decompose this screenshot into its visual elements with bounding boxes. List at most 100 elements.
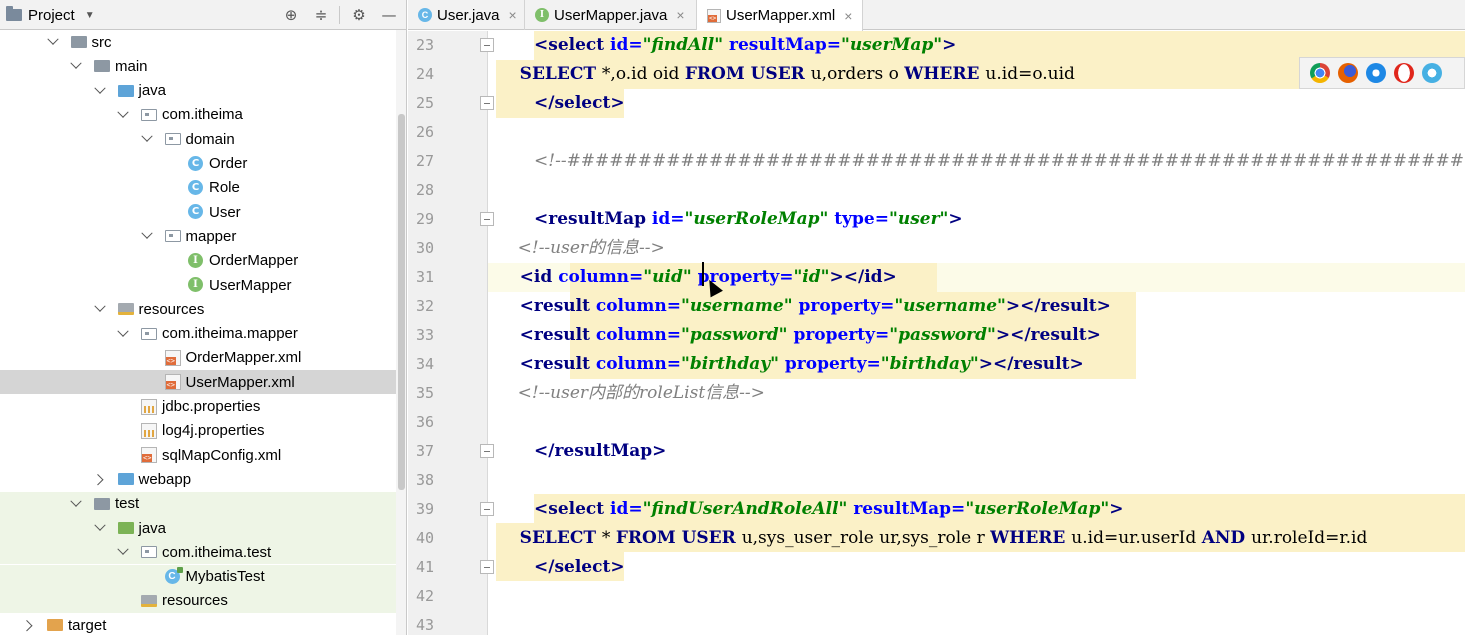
tree-item-com-itheima-mapper[interactable]: com.itheima.mapper xyxy=(0,322,396,346)
code-line[interactable]: <resultMap id="userRoleMap" type="user"> xyxy=(534,205,963,234)
dropdown-caret-icon[interactable]: ▼ xyxy=(85,10,95,21)
tree-item-main[interactable]: main xyxy=(0,54,396,78)
firefox-icon[interactable] xyxy=(1338,63,1358,83)
chevron-down-icon[interactable] xyxy=(94,85,106,97)
code-line[interactable]: <!--####################################… xyxy=(534,147,1465,176)
code-token: u,orders o xyxy=(810,64,905,84)
code-line[interactable]: <!--user内部的roleList信息--> xyxy=(496,379,765,408)
line-number: 35 xyxy=(415,384,434,402)
close-icon[interactable]: × xyxy=(509,7,517,23)
chevron-down-icon[interactable] xyxy=(70,498,82,510)
tree-item-label: MybatisTest xyxy=(185,568,265,586)
tree-item-user[interactable]: C User xyxy=(0,200,396,224)
opera-icon[interactable] xyxy=(1394,63,1414,83)
chevron-down-icon[interactable] xyxy=(94,522,106,534)
tree-item-resources[interactable]: resources xyxy=(0,588,396,613)
toolbar-divider xyxy=(339,6,340,24)
tree-item-log4j-properties[interactable]: log4j.properties xyxy=(0,419,396,443)
code-token: "username" xyxy=(680,296,793,316)
collapse-all-icon[interactable]: ≑ xyxy=(311,5,331,25)
code-line[interactable]: <result column="username" property="user… xyxy=(496,292,1111,321)
tree-item-jdbc-properties[interactable]: jdbc.properties xyxy=(0,395,396,419)
code-line[interactable]: <result column="password" property="pass… xyxy=(496,321,1101,350)
chevron-down-icon[interactable] xyxy=(47,36,59,48)
line-number: 43 xyxy=(415,616,434,634)
gear-icon[interactable]: ⚙ xyxy=(349,5,369,25)
tree-item-usermapper[interactable]: I UserMapper xyxy=(0,273,396,297)
tree-item-test[interactable]: test xyxy=(0,491,396,516)
fold-toggle-icon[interactable] xyxy=(480,212,494,226)
safari-icon[interactable] xyxy=(1366,63,1386,83)
code-line[interactable]: </select> xyxy=(534,89,625,118)
code-line[interactable]: </resultMap> xyxy=(534,437,666,466)
tree-item-webapp[interactable]: webapp xyxy=(0,467,396,491)
code-line[interactable]: <!--user的信息--> xyxy=(496,234,665,263)
ie-icon[interactable] xyxy=(1422,63,1442,83)
chevron-down-icon[interactable] xyxy=(141,133,153,145)
code-line[interactable]: <select id="findAll" resultMap="userMap"… xyxy=(534,31,956,60)
hide-panel-icon[interactable]: — xyxy=(379,5,399,25)
tree-item-domain[interactable]: domain xyxy=(0,127,396,151)
tree-item-ordermapper[interactable]: I OrderMapper xyxy=(0,249,396,273)
chevron-down-icon[interactable] xyxy=(117,328,129,340)
tree-item-label: Role xyxy=(209,179,240,197)
chevron-down-icon[interactable] xyxy=(141,230,153,242)
tab-usermapper-java[interactable]: I UserMapper.java × xyxy=(525,0,697,30)
code-token: column= xyxy=(595,354,681,374)
chevron-right-icon[interactable] xyxy=(23,619,35,631)
code-line[interactable]: SELECT *,o.id oid FROM USER u,orders o W… xyxy=(496,60,1075,89)
tree-item-label: sqlMapConfig.xml xyxy=(162,446,282,464)
tab-user-java[interactable]: C User.java × xyxy=(408,0,525,30)
tree-item-mybatistest[interactable]: C MybatisTest xyxy=(0,564,396,589)
tree-scrollbar-thumb[interactable] xyxy=(398,114,405,490)
tree-item-mapper[interactable]: mapper xyxy=(0,224,396,248)
locate-icon[interactable]: ⊕ xyxy=(281,5,301,25)
tab-usermapper-xml[interactable]: UserMapper.xml × xyxy=(697,0,863,31)
tree-item-label: log4j.properties xyxy=(162,422,265,440)
chevron-down-icon[interactable] xyxy=(70,60,82,72)
chevron-right-icon[interactable] xyxy=(94,473,106,485)
tree-item-ordermapper-xml[interactable]: OrderMapper.xml xyxy=(0,346,396,370)
close-icon[interactable]: × xyxy=(676,7,684,23)
tree-item-resources[interactable]: resources xyxy=(0,297,396,321)
fold-toggle-icon[interactable] xyxy=(480,444,494,458)
code-line[interactable]: <result column="birthday" property="birt… xyxy=(496,350,1084,379)
fold-toggle-icon[interactable] xyxy=(480,502,494,516)
tree-scrollbar[interactable] xyxy=(396,30,406,635)
tree-item-label: com.itheima.mapper xyxy=(162,325,298,343)
code-line[interactable]: <id column="uid" property="id"></id> xyxy=(496,263,897,292)
code-token: property= xyxy=(778,354,881,374)
tree-item-src[interactable]: src xyxy=(0,30,396,54)
line-number-gutter: 23 24 25 26 27 28 29 30 31 32 33 34 35 36 37 38 39 40 41 42… xyxy=(408,31,494,635)
code-editor[interactable]: 23 24 25 26 27 28 29 30 31 32 33 34 35 36 37 38 39 40 41 42… xyxy=(408,31,1465,635)
folder-icon xyxy=(70,36,87,48)
tree-item-role[interactable]: C Role xyxy=(0,176,396,200)
tree-item-java[interactable]: java xyxy=(0,516,396,540)
code-line[interactable]: SELECT * FROM USER u,sys_user_role ur,sy… xyxy=(496,524,1368,553)
chevron-down-icon[interactable] xyxy=(117,546,129,558)
code-line[interactable]: <select id="findUserAndRoleAll" resultMa… xyxy=(534,495,1123,524)
tab-label: UserMapper.java xyxy=(554,6,668,24)
tree-item-label: com.itheima.test xyxy=(162,543,272,561)
tree-item-com-itheima-test[interactable]: com.itheima.test xyxy=(0,540,396,565)
close-icon[interactable]: × xyxy=(844,8,852,24)
tree-item-java[interactable]: java xyxy=(0,79,396,103)
code-token: <select xyxy=(534,35,611,55)
chevron-down-icon[interactable] xyxy=(117,109,129,121)
tree-item-target[interactable]: target xyxy=(0,613,396,635)
tree-item-com-itheima[interactable]: com.itheima xyxy=(0,103,396,127)
code-line[interactable]: </select> xyxy=(534,553,625,582)
fold-toggle-icon[interactable] xyxy=(480,96,494,110)
line-number: 29 xyxy=(415,210,434,228)
fold-toggle-icon[interactable] xyxy=(480,38,494,52)
chrome-icon[interactable] xyxy=(1310,63,1330,83)
tree-item-sqlmapconfig-xml[interactable]: sqlMapConfig.xml xyxy=(0,443,396,467)
fold-toggle-icon[interactable] xyxy=(480,560,494,574)
tree-item-order[interactable]: C Order xyxy=(0,152,396,176)
code-token: ></result> xyxy=(995,325,1101,345)
tree-item-usermapper-xml[interactable]: UserMapper.xml xyxy=(0,370,396,395)
project-view-selector[interactable]: Project ▼ xyxy=(6,5,95,25)
chevron-down-icon[interactable] xyxy=(94,303,106,315)
source-folder-icon xyxy=(117,84,134,97)
line-number: 27 xyxy=(415,152,434,170)
